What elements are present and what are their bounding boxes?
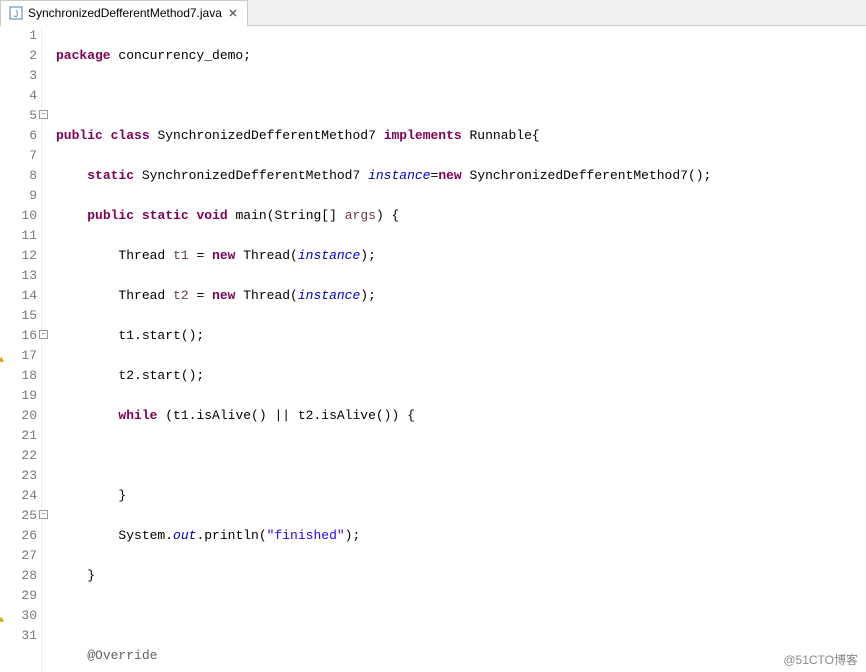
line-number: 3	[0, 66, 37, 86]
line-number: 27	[0, 546, 37, 566]
line-number: 25−	[0, 506, 37, 526]
line-number: 31	[0, 626, 37, 646]
line-number: 21	[0, 426, 37, 446]
line-number-gutter: 1 2 3 4 5− 6 7 8 9 10 11 12 13 14 15 16−…	[0, 26, 42, 672]
line-number: 8	[0, 166, 37, 186]
editor-tab[interactable]: J SynchronizedDefferentMethod7.java	[0, 0, 248, 26]
line-number: 19	[0, 386, 37, 406]
line-number: 9	[0, 186, 37, 206]
line-number: 11	[0, 226, 37, 246]
line-number: 13	[0, 266, 37, 286]
line-number: 6	[0, 126, 37, 146]
line-number: 4	[0, 86, 37, 106]
editor-area[interactable]: 1 2 3 4 5− 6 7 8 9 10 11 12 13 14 15 16−…	[0, 26, 866, 672]
line-number: 15	[0, 306, 37, 326]
warning-icon[interactable]: ▲	[0, 610, 4, 620]
warning-icon[interactable]: ▲	[0, 350, 4, 360]
line-number: 20	[0, 406, 37, 426]
line-number: 5−	[0, 106, 37, 126]
line-number	[0, 646, 37, 666]
svg-text:J: J	[14, 9, 19, 19]
line-number: 14	[0, 286, 37, 306]
line-number: 7	[0, 146, 37, 166]
tab-bar: J SynchronizedDefferentMethod7.java	[0, 0, 866, 26]
line-number: 26	[0, 526, 37, 546]
line-number: 22	[0, 446, 37, 466]
code-content[interactable]: package concurrency_demo; public class S…	[42, 26, 866, 672]
fold-toggle-icon[interactable]: −	[39, 110, 48, 119]
line-number: ▲30	[0, 606, 37, 626]
line-number: 10	[0, 206, 37, 226]
line-number: 23	[0, 466, 37, 486]
line-number: 16−	[0, 326, 37, 346]
line-number: 29	[0, 586, 37, 606]
line-number: 12	[0, 246, 37, 266]
fold-toggle-icon[interactable]: −	[39, 330, 48, 339]
close-icon[interactable]	[227, 7, 239, 19]
line-number: 1	[0, 26, 37, 46]
fold-toggle-icon[interactable]: −	[39, 510, 48, 519]
line-number: 24	[0, 486, 37, 506]
java-file-icon: J	[9, 6, 23, 20]
line-number: ▲17	[0, 346, 37, 366]
line-number: 18	[0, 366, 37, 386]
line-number: 2	[0, 46, 37, 66]
tab-title: SynchronizedDefferentMethod7.java	[28, 6, 222, 20]
watermark: @51CTO博客	[783, 651, 858, 668]
line-number: 28	[0, 566, 37, 586]
